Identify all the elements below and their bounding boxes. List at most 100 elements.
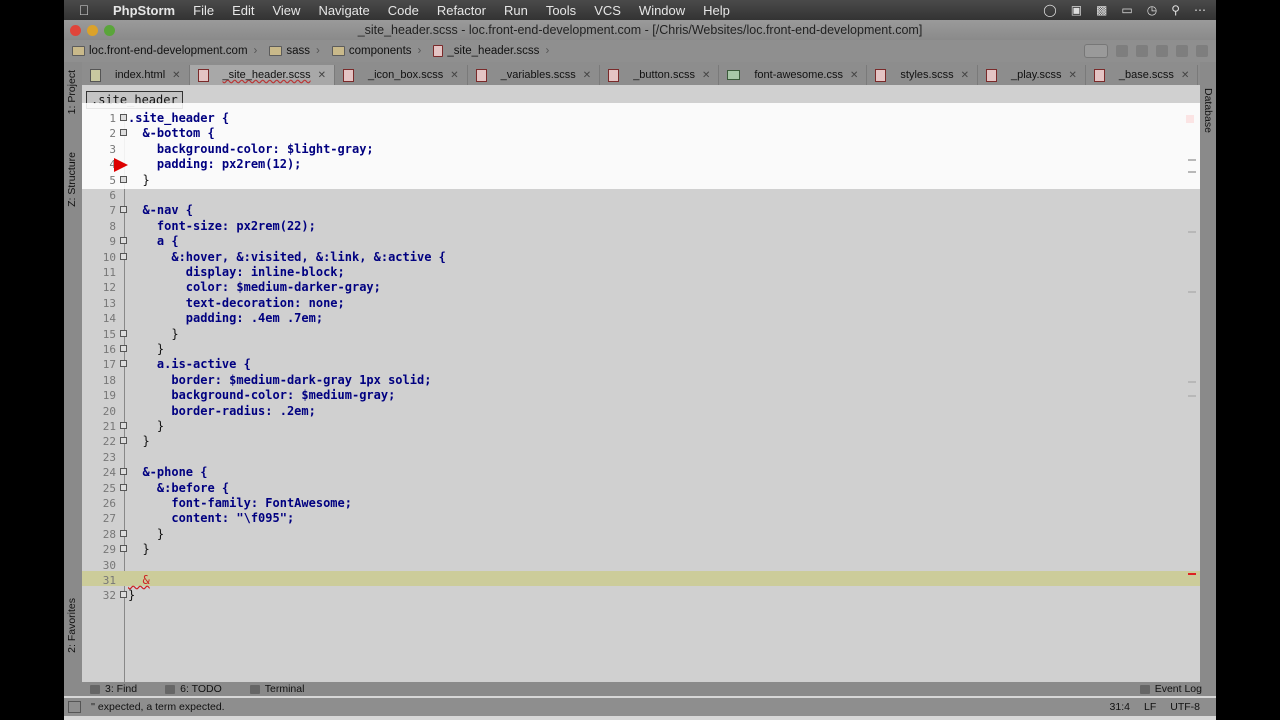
calendar-icon[interactable]: ▣	[1071, 3, 1082, 17]
fold-toggle-icon[interactable]	[120, 422, 127, 429]
event-log-button[interactable]: Event Log	[1139, 683, 1216, 695]
fold-toggle-icon[interactable]	[120, 545, 127, 553]
time-machine-icon[interactable]: ◷	[1147, 3, 1157, 17]
spotlight-icon[interactable]: ⚲	[1171, 3, 1180, 17]
code-text: font-size: px2rem(22);	[128, 218, 316, 233]
project-tool-tab[interactable]: 1: Project	[66, 70, 78, 114]
code-text: .site_header {	[128, 111, 230, 125]
breadcrumb-sass[interactable]: sass ›	[261, 45, 324, 57]
breadcrumb-label: components	[348, 45, 412, 57]
warning-stripe-marker[interactable]	[1188, 291, 1196, 293]
menu-refactor[interactable]: Refactor	[428, 3, 495, 18]
close-tab-icon[interactable]: ✕	[318, 70, 326, 81]
debug-icon[interactable]	[1136, 45, 1148, 57]
search-icon[interactable]	[1196, 45, 1208, 57]
warning-stripe-marker[interactable]	[1188, 171, 1196, 173]
favorites-tool-tab[interactable]: 2: Favorites	[66, 598, 78, 653]
tab-styles-scss[interactable]: styles.scss ✕	[867, 65, 978, 85]
menu-run[interactable]: Run	[495, 3, 537, 18]
fold-toggle-icon[interactable]	[120, 468, 127, 476]
error-stripe-marker[interactable]	[1188, 573, 1196, 575]
camera-icon[interactable]: ▩	[1096, 3, 1107, 17]
menu-navigate[interactable]: Navigate	[309, 3, 378, 18]
code-text: a {	[128, 234, 179, 249]
tab-index-html[interactable]: index.html ✕	[82, 65, 190, 85]
menubar-tray: ◯ ▣ ▩ ▭ ◷ ⚲ ⋯	[1043, 3, 1216, 17]
tab-variables-scss[interactable]: _variables.scss ✕	[468, 65, 601, 85]
fold-toggle-icon[interactable]	[120, 529, 127, 537]
code-editor[interactable]: .site_header 1 .site_header { 2 &-bottom …	[82, 85, 1200, 682]
fold-toggle-icon[interactable]	[120, 206, 127, 214]
code-text: display: inline-block;	[128, 265, 345, 279]
fold-toggle-icon[interactable]	[120, 129, 127, 137]
close-tab-icon[interactable]: ✕	[1069, 70, 1077, 81]
breadcrumb-components[interactable]: components ›	[324, 45, 426, 57]
breadcrumb-file[interactable]: _site_header.scss ›	[425, 45, 553, 57]
fold-toggle-icon[interactable]	[120, 483, 127, 491]
fold-toggle-icon[interactable]	[120, 591, 127, 599]
todo-tool-button[interactable]: 6: TODO	[165, 683, 222, 695]
run-config-dropdown[interactable]	[1084, 44, 1108, 58]
tab-button-scss[interactable]: _button.scss ✕	[600, 65, 720, 85]
menu-tools[interactable]: Tools	[537, 3, 585, 18]
close-tab-icon[interactable]: ✕	[583, 70, 591, 81]
apple-icon[interactable]: 	[64, 2, 104, 18]
warning-stripe-marker[interactable]	[1188, 231, 1196, 233]
tab-label: _base.scss	[1118, 69, 1174, 81]
tab-site-header-scss[interactable]: _site_header.scss ✕	[189, 65, 335, 85]
line-separator[interactable]: LF	[1144, 701, 1156, 713]
editor-tabs: index.html ✕ _site_header.scss ✕ _icon_box…	[82, 62, 1200, 85]
coverage-icon[interactable]	[1156, 45, 1168, 57]
fold-toggle-icon[interactable]	[120, 237, 127, 245]
menu-view[interactable]: View	[263, 3, 309, 18]
menu-edit[interactable]: Edit	[223, 3, 263, 18]
airplay-icon[interactable]: ▭	[1121, 3, 1132, 17]
chevron-right-icon: ›	[545, 45, 550, 57]
file-encoding[interactable]: UTF-8	[1170, 701, 1200, 713]
warning-stripe-marker[interactable]	[1188, 381, 1196, 383]
menu-code[interactable]: Code	[379, 3, 428, 18]
toggle-tool-windows-icon[interactable]	[68, 701, 81, 713]
menu-file[interactable]: File	[184, 3, 223, 18]
menu-window[interactable]: Window	[630, 3, 694, 18]
tab-font-awesome-css[interactable]: font-awesome.css ✕	[719, 65, 868, 85]
terminal-tool-button[interactable]: Terminal	[249, 683, 304, 695]
tab-icon-box-scss[interactable]: _icon_box.scss ✕	[335, 65, 468, 85]
menu-app-name[interactable]: PhpStorm	[104, 3, 184, 18]
left-tool-strip: 1: Project Z: Structure 2: Favorites	[64, 62, 82, 682]
database-tool-tab[interactable]: Database	[1202, 88, 1214, 133]
structure-tool-tab[interactable]: Z: Structure	[66, 152, 78, 207]
code-text: &-nav {	[128, 203, 194, 218]
code-text: content: "\f095";	[128, 511, 295, 526]
fold-toggle-icon[interactable]	[120, 252, 127, 260]
fold-toggle-icon[interactable]	[120, 114, 127, 121]
code-line: 19 background-color: $medium-gray;	[103, 388, 1180, 403]
fold-toggle-icon[interactable]	[120, 345, 127, 352]
close-tab-icon[interactable]: ✕	[702, 70, 710, 81]
close-tab-icon[interactable]: ✕	[850, 70, 858, 81]
stop-icon[interactable]	[1176, 45, 1188, 57]
find-tool-button[interactable]: 3: Find	[90, 683, 137, 695]
fold-toggle-icon[interactable]	[120, 437, 127, 445]
warning-stripe-marker[interactable]	[1188, 395, 1196, 397]
run-icon[interactable]	[1116, 45, 1128, 57]
notifications-icon[interactable]: ⋯	[1194, 3, 1206, 17]
fold-toggle-icon[interactable]	[120, 175, 127, 183]
code-line: 3 background-color: $light-gray;	[109, 142, 1180, 157]
warning-stripe-marker[interactable]	[1188, 159, 1196, 161]
code-line: 17 a.is-active {	[103, 357, 1180, 372]
fold-toggle-icon[interactable]	[120, 360, 127, 368]
close-tab-icon[interactable]: ✕	[961, 70, 969, 81]
close-tab-icon[interactable]: ✕	[172, 70, 180, 81]
sync-icon[interactable]: ◯	[1043, 3, 1056, 17]
more-tabs-icon[interactable]: ⋯	[1198, 69, 1200, 85]
caret-position[interactable]: 31:4	[1110, 701, 1130, 713]
menu-help[interactable]: Help	[694, 3, 739, 18]
tab-base-scss[interactable]: _base.scss ✕	[1086, 65, 1199, 85]
menu-vcs[interactable]: VCS	[585, 3, 630, 18]
breadcrumb-project[interactable]: loc.front-end-development.com ›	[64, 45, 261, 57]
fold-toggle-icon[interactable]	[120, 329, 127, 337]
close-tab-icon[interactable]: ✕	[1181, 70, 1189, 81]
tab-play-scss[interactable]: _play.scss ✕	[978, 65, 1086, 85]
close-tab-icon[interactable]: ✕	[450, 70, 458, 81]
